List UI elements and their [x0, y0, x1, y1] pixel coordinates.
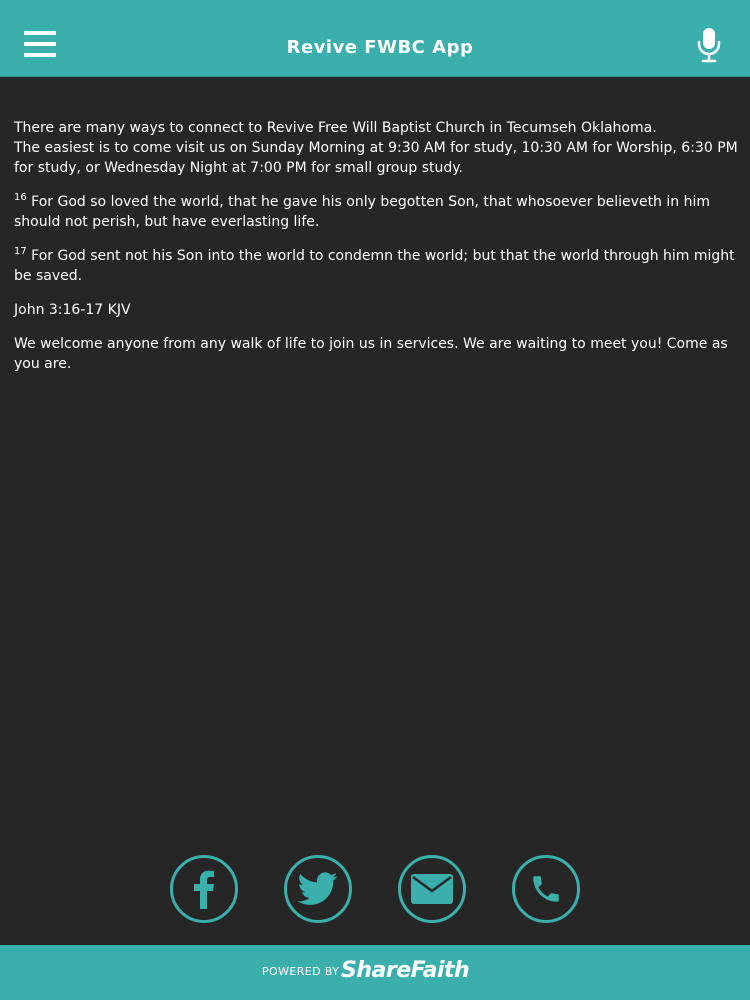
email-icon: [411, 874, 453, 904]
page-content: There are many ways to connect to Revive…: [14, 118, 738, 388]
verse-number: 16: [14, 192, 27, 203]
app-screen: Revive FWBC App There are many ways to c…: [0, 0, 750, 1000]
intro-line: There are many ways to connect to Revive…: [14, 120, 657, 136]
hamburger-line: [24, 31, 56, 35]
twitter-button[interactable]: [284, 855, 352, 923]
verse-number: 17: [14, 246, 27, 257]
service-times-text: The easiest is to come visit us on Sunda…: [14, 140, 738, 176]
phone-icon: [533, 876, 559, 902]
email-button[interactable]: [398, 855, 466, 923]
sharefaith-logo[interactable]: ShareFaith: [341, 958, 470, 984]
powered-by-label: POWERED BY: [262, 965, 340, 978]
verse-text: For God so loved the world, that he gave…: [14, 194, 710, 230]
facebook-button[interactable]: [170, 855, 238, 923]
microphone-icon[interactable]: [696, 27, 722, 63]
phone-button[interactable]: [512, 855, 580, 923]
top-navigation-bar: Revive FWBC App: [0, 0, 750, 77]
welcome-paragraph: We welcome anyone from any walk of life …: [14, 336, 728, 372]
intro-paragraph: There are many ways to connect to Revive…: [14, 118, 738, 178]
app-title: Revive FWBC App: [286, 37, 474, 58]
verse-16: 16 For God so loved the world, that he g…: [14, 192, 738, 232]
footer-bar: POWERED BY ShareFaith: [0, 945, 750, 1000]
verse-17: 17 For God sent not his Son into the wor…: [14, 246, 738, 286]
verse-reference: John 3:16-17 KJV: [14, 302, 131, 318]
verse-text: For God sent not his Son into the world …: [14, 248, 735, 284]
social-links-bar: [0, 855, 750, 923]
facebook-icon: [194, 870, 214, 909]
twitter-icon: [298, 872, 338, 905]
